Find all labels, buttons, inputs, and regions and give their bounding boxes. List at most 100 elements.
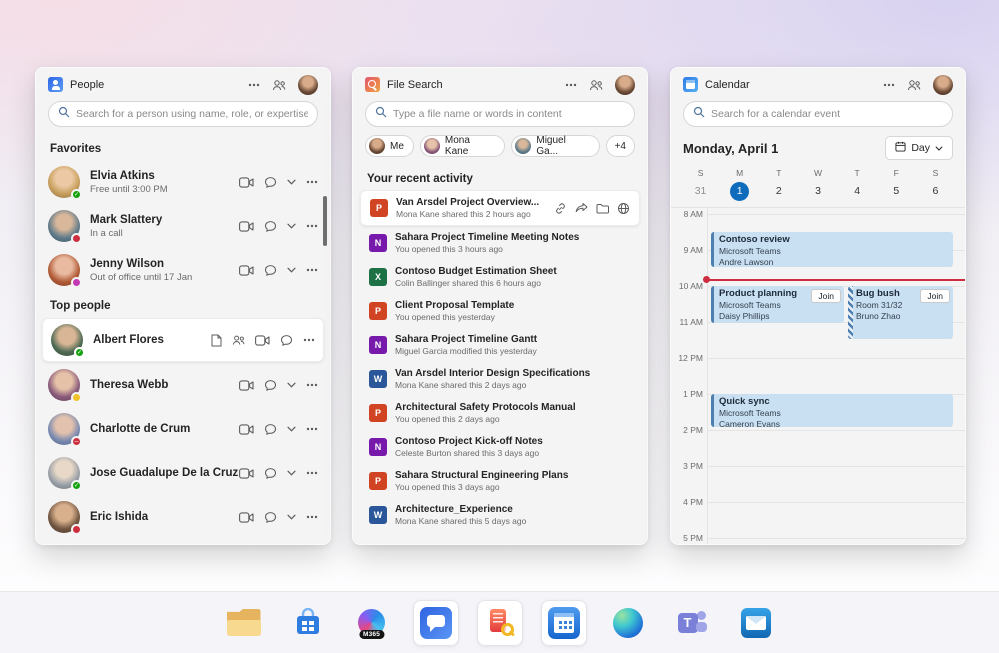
person-row[interactable]: Eric Ishida — [36, 495, 330, 539]
open-in-browser-icon[interactable] — [617, 202, 630, 215]
taskbar-edge[interactable] — [605, 600, 651, 646]
video-call-icon[interactable] — [239, 512, 254, 523]
more-icon[interactable] — [306, 224, 318, 228]
event-contoso-review[interactable]: Contoso review Microsoft Teams Andre Law… — [711, 232, 953, 267]
more-icon[interactable] — [306, 383, 318, 387]
favorites-heading: Favorites — [36, 135, 330, 160]
more-icon[interactable] — [306, 180, 318, 184]
chat-icon[interactable] — [264, 220, 277, 233]
taskbar-file-search-app[interactable] — [477, 600, 523, 646]
taskbar-teams[interactable]: T — [669, 600, 715, 646]
chevron-down-icon[interactable] — [287, 514, 296, 520]
person-row[interactable]: Theresa Webb — [36, 363, 330, 407]
chat-icon[interactable] — [280, 334, 293, 347]
taskbar-m365[interactable]: M365 — [349, 600, 395, 646]
file-row[interactable]: P Architectural Safety Protocols Manual … — [360, 396, 640, 430]
user-avatar[interactable] — [615, 75, 635, 95]
file-row[interactable]: W Van Arsdel Interior Design Specificati… — [360, 362, 640, 396]
file-search-bar[interactable] — [365, 101, 635, 127]
file-row[interactable]: X Contoso Budget Estimation Sheet Colin … — [360, 260, 640, 294]
copy-link-icon[interactable] — [554, 202, 567, 215]
people-directory-icon[interactable] — [907, 79, 921, 91]
more-icon[interactable] — [306, 515, 318, 519]
day-cell[interactable]: 31 — [681, 181, 720, 201]
video-call-icon[interactable] — [239, 177, 254, 188]
calendar-search-input[interactable] — [711, 108, 943, 120]
person-row[interactable]: Jenny Wilson Out of office until 17 Jan — [36, 248, 330, 292]
more-options-icon[interactable] — [248, 83, 260, 87]
chevron-down-icon[interactable] — [287, 267, 296, 273]
filter-chip-miguel[interactable]: Miguel Ga... — [511, 135, 599, 157]
people-directory-icon[interactable] — [272, 79, 286, 91]
person-row[interactable]: Charlotte de Crum — [36, 407, 330, 451]
chat-icon[interactable] — [264, 176, 277, 189]
event-product-planning[interactable]: Product planning Microsoft Teams Daisy P… — [711, 286, 844, 323]
chevron-down-icon[interactable] — [287, 426, 296, 432]
people-search-input[interactable] — [76, 108, 308, 120]
file-row[interactable]: P Sahara Structural Engineering Plans Yo… — [360, 464, 640, 498]
person-row[interactable]: Mark Slattery In a call — [36, 204, 330, 248]
people-search-bar[interactable] — [48, 101, 318, 127]
more-options-icon[interactable] — [883, 83, 895, 87]
taskbar-people-app[interactable] — [413, 600, 459, 646]
join-button[interactable]: Join — [920, 289, 950, 303]
share-icon[interactable] — [575, 202, 588, 214]
video-call-icon[interactable] — [239, 424, 254, 435]
more-icon[interactable] — [306, 471, 318, 475]
person-row[interactable]: Jose Guadalupe De la Cruz — [36, 451, 330, 495]
taskbar-calendar-app[interactable] — [541, 600, 587, 646]
video-call-icon[interactable] — [239, 468, 254, 479]
chevron-down-icon[interactable] — [287, 470, 296, 476]
chat-icon[interactable] — [264, 423, 277, 436]
file-row[interactable]: P Client Proposal Template You opened th… — [360, 294, 640, 328]
file-row-selected[interactable]: P Van Arsdel Project Overview... Mona Ka… — [360, 190, 640, 226]
chat-icon[interactable] — [264, 379, 277, 392]
more-icon[interactable] — [306, 268, 318, 272]
chevron-down-icon[interactable] — [287, 382, 296, 388]
scrollbar-thumb[interactable] — [323, 196, 327, 246]
person-row-selected[interactable]: Albert Flores — [42, 318, 324, 362]
taskbar-file-explorer[interactable] — [221, 600, 267, 646]
user-avatar[interactable] — [933, 75, 953, 95]
document-icon[interactable] — [211, 334, 222, 347]
file-row[interactable]: W Architecture_Experience Mona Kane shar… — [360, 498, 640, 532]
view-selector-button[interactable]: Day — [885, 136, 953, 160]
event-bug-bush[interactable]: Bug bush Room 31/32 Bruno Zhao Join — [848, 286, 953, 339]
open-folder-icon[interactable] — [596, 203, 609, 214]
more-icon[interactable] — [306, 427, 318, 431]
day-cell[interactable]: 5 — [877, 181, 916, 201]
day-cell[interactable]: 6 — [916, 181, 955, 201]
more-icon[interactable] — [303, 338, 315, 342]
taskbar-outlook[interactable] — [733, 600, 779, 646]
day-schedule-grid[interactable]: 8 AM 9 AM 10 AM 11 AM 12 PM 1 PM 2 PM 3 … — [671, 208, 965, 544]
filter-chip-me[interactable]: Me — [365, 135, 414, 157]
video-call-icon[interactable] — [239, 380, 254, 391]
taskbar-microsoft-store[interactable] — [285, 600, 331, 646]
person-row[interactable]: Elvia Atkins Free until 3:00 PM — [36, 160, 330, 204]
file-row[interactable]: N Sahara Project Timeline Meeting Notes … — [360, 226, 640, 260]
more-options-icon[interactable] — [565, 83, 577, 87]
chevron-down-icon[interactable] — [287, 179, 296, 185]
chat-icon[interactable] — [264, 511, 277, 524]
org-chart-icon[interactable] — [232, 334, 245, 346]
filter-chip-more[interactable]: +4 — [606, 135, 635, 157]
user-avatar[interactable] — [298, 75, 318, 95]
video-call-icon[interactable] — [239, 265, 254, 276]
calendar-search-bar[interactable] — [683, 101, 953, 127]
filter-chip-mona-kane[interactable]: Mona Kane — [420, 135, 505, 157]
video-call-icon[interactable] — [255, 335, 270, 346]
chevron-down-icon[interactable] — [287, 223, 296, 229]
file-row[interactable]: N Contoso Project Kick-off Notes Celeste… — [360, 430, 640, 464]
day-cell-selected[interactable]: 1 — [720, 181, 759, 201]
event-quick-sync[interactable]: Quick sync Microsoft Teams Cameron Evans — [711, 394, 953, 427]
file-row[interactable]: N Sahara Project Timeline Gantt Miguel G… — [360, 328, 640, 362]
chat-icon[interactable] — [264, 467, 277, 480]
day-cell[interactable]: 4 — [838, 181, 877, 201]
people-directory-icon[interactable] — [589, 79, 603, 91]
file-search-input[interactable] — [393, 108, 625, 120]
chat-icon[interactable] — [264, 264, 277, 277]
video-call-icon[interactable] — [239, 221, 254, 232]
day-cell[interactable]: 2 — [759, 181, 798, 201]
join-button[interactable]: Join — [811, 289, 841, 303]
day-cell[interactable]: 3 — [798, 181, 837, 201]
